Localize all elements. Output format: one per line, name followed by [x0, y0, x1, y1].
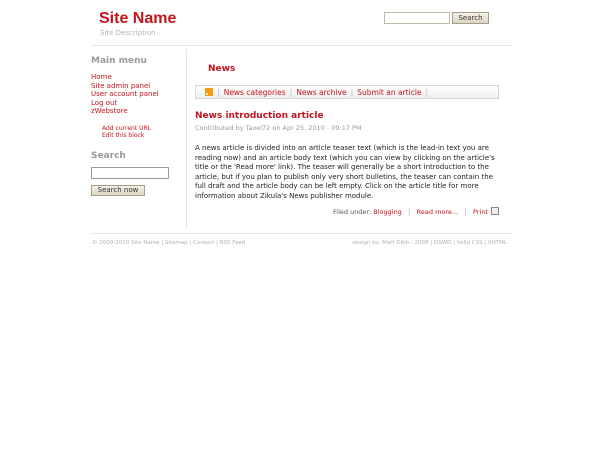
- page-title: News: [208, 64, 236, 74]
- article-title[interactable]: News introduction article: [195, 111, 499, 121]
- main-menu: Home Site admin panel User account panel…: [91, 73, 183, 116]
- read-more-link[interactable]: Read more...: [417, 208, 458, 216]
- footer: © 2009-2010 Site Name | Sitemap | Contac…: [92, 240, 507, 246]
- footer-left[interactable]: © 2009-2010 Site Name | Sitemap | Contac…: [92, 240, 245, 246]
- nav-news-categories[interactable]: News categories: [224, 88, 286, 97]
- header-divider: [91, 45, 511, 46]
- article-meta: Contributed by Taxel72 on Apr 25, 2010 -…: [195, 124, 362, 132]
- add-current-url-link[interactable]: Add current URL: [102, 125, 183, 133]
- sidebar-search: Search Search now: [91, 151, 183, 196]
- menu-item-site-admin[interactable]: Site admin panel: [91, 82, 183, 91]
- nav-news-archive[interactable]: News archive: [296, 88, 346, 97]
- menu-item-home[interactable]: Home: [91, 73, 183, 82]
- nav-submit-article[interactable]: Submit an article: [357, 88, 421, 97]
- sidebar: Main menu Home Site admin panel User acc…: [91, 56, 183, 196]
- print-link[interactable]: Print: [473, 208, 488, 216]
- header-search: Search: [384, 12, 489, 24]
- header-search-input[interactable]: [384, 12, 450, 24]
- footer-right[interactable]: design by: Matt Dibb - 2008 | OSWD | Val…: [352, 240, 507, 246]
- main-menu-title: Main menu: [91, 56, 147, 66]
- news-navbar: | News categories | News archive | Submi…: [195, 85, 499, 99]
- main-content: News | News categories | News archive | …: [195, 64, 499, 216]
- column-divider: [186, 49, 187, 229]
- menu-item-user-account[interactable]: User account panel: [91, 90, 183, 99]
- site-name[interactable]: Site Name: [99, 10, 176, 28]
- header-search-button[interactable]: Search: [452, 12, 489, 24]
- site-description: Site Description: [100, 29, 156, 37]
- search-now-button[interactable]: Search now: [91, 184, 145, 196]
- menu-item-logout[interactable]: Log out: [91, 99, 183, 108]
- header: Site Name Site Description Search: [0, 0, 600, 46]
- category-link[interactable]: Blogging: [373, 208, 402, 216]
- sidebar-search-input[interactable]: [91, 166, 169, 179]
- menu-item-webstore[interactable]: zWebstore: [91, 107, 183, 116]
- rss-icon[interactable]: [205, 88, 213, 96]
- article-body: A news article is divided into an articl…: [195, 144, 495, 200]
- block-links: Add current URL Edit this block: [102, 125, 183, 140]
- filed-under-label: Filed under:: [333, 208, 372, 216]
- print-icon[interactable]: [491, 207, 499, 215]
- footer-divider: [91, 233, 511, 234]
- search-title: Search: [91, 150, 126, 161]
- article-footer: Filed under: Blogging | Read more... | P…: [195, 207, 499, 216]
- edit-block-link[interactable]: Edit this block: [102, 132, 183, 140]
